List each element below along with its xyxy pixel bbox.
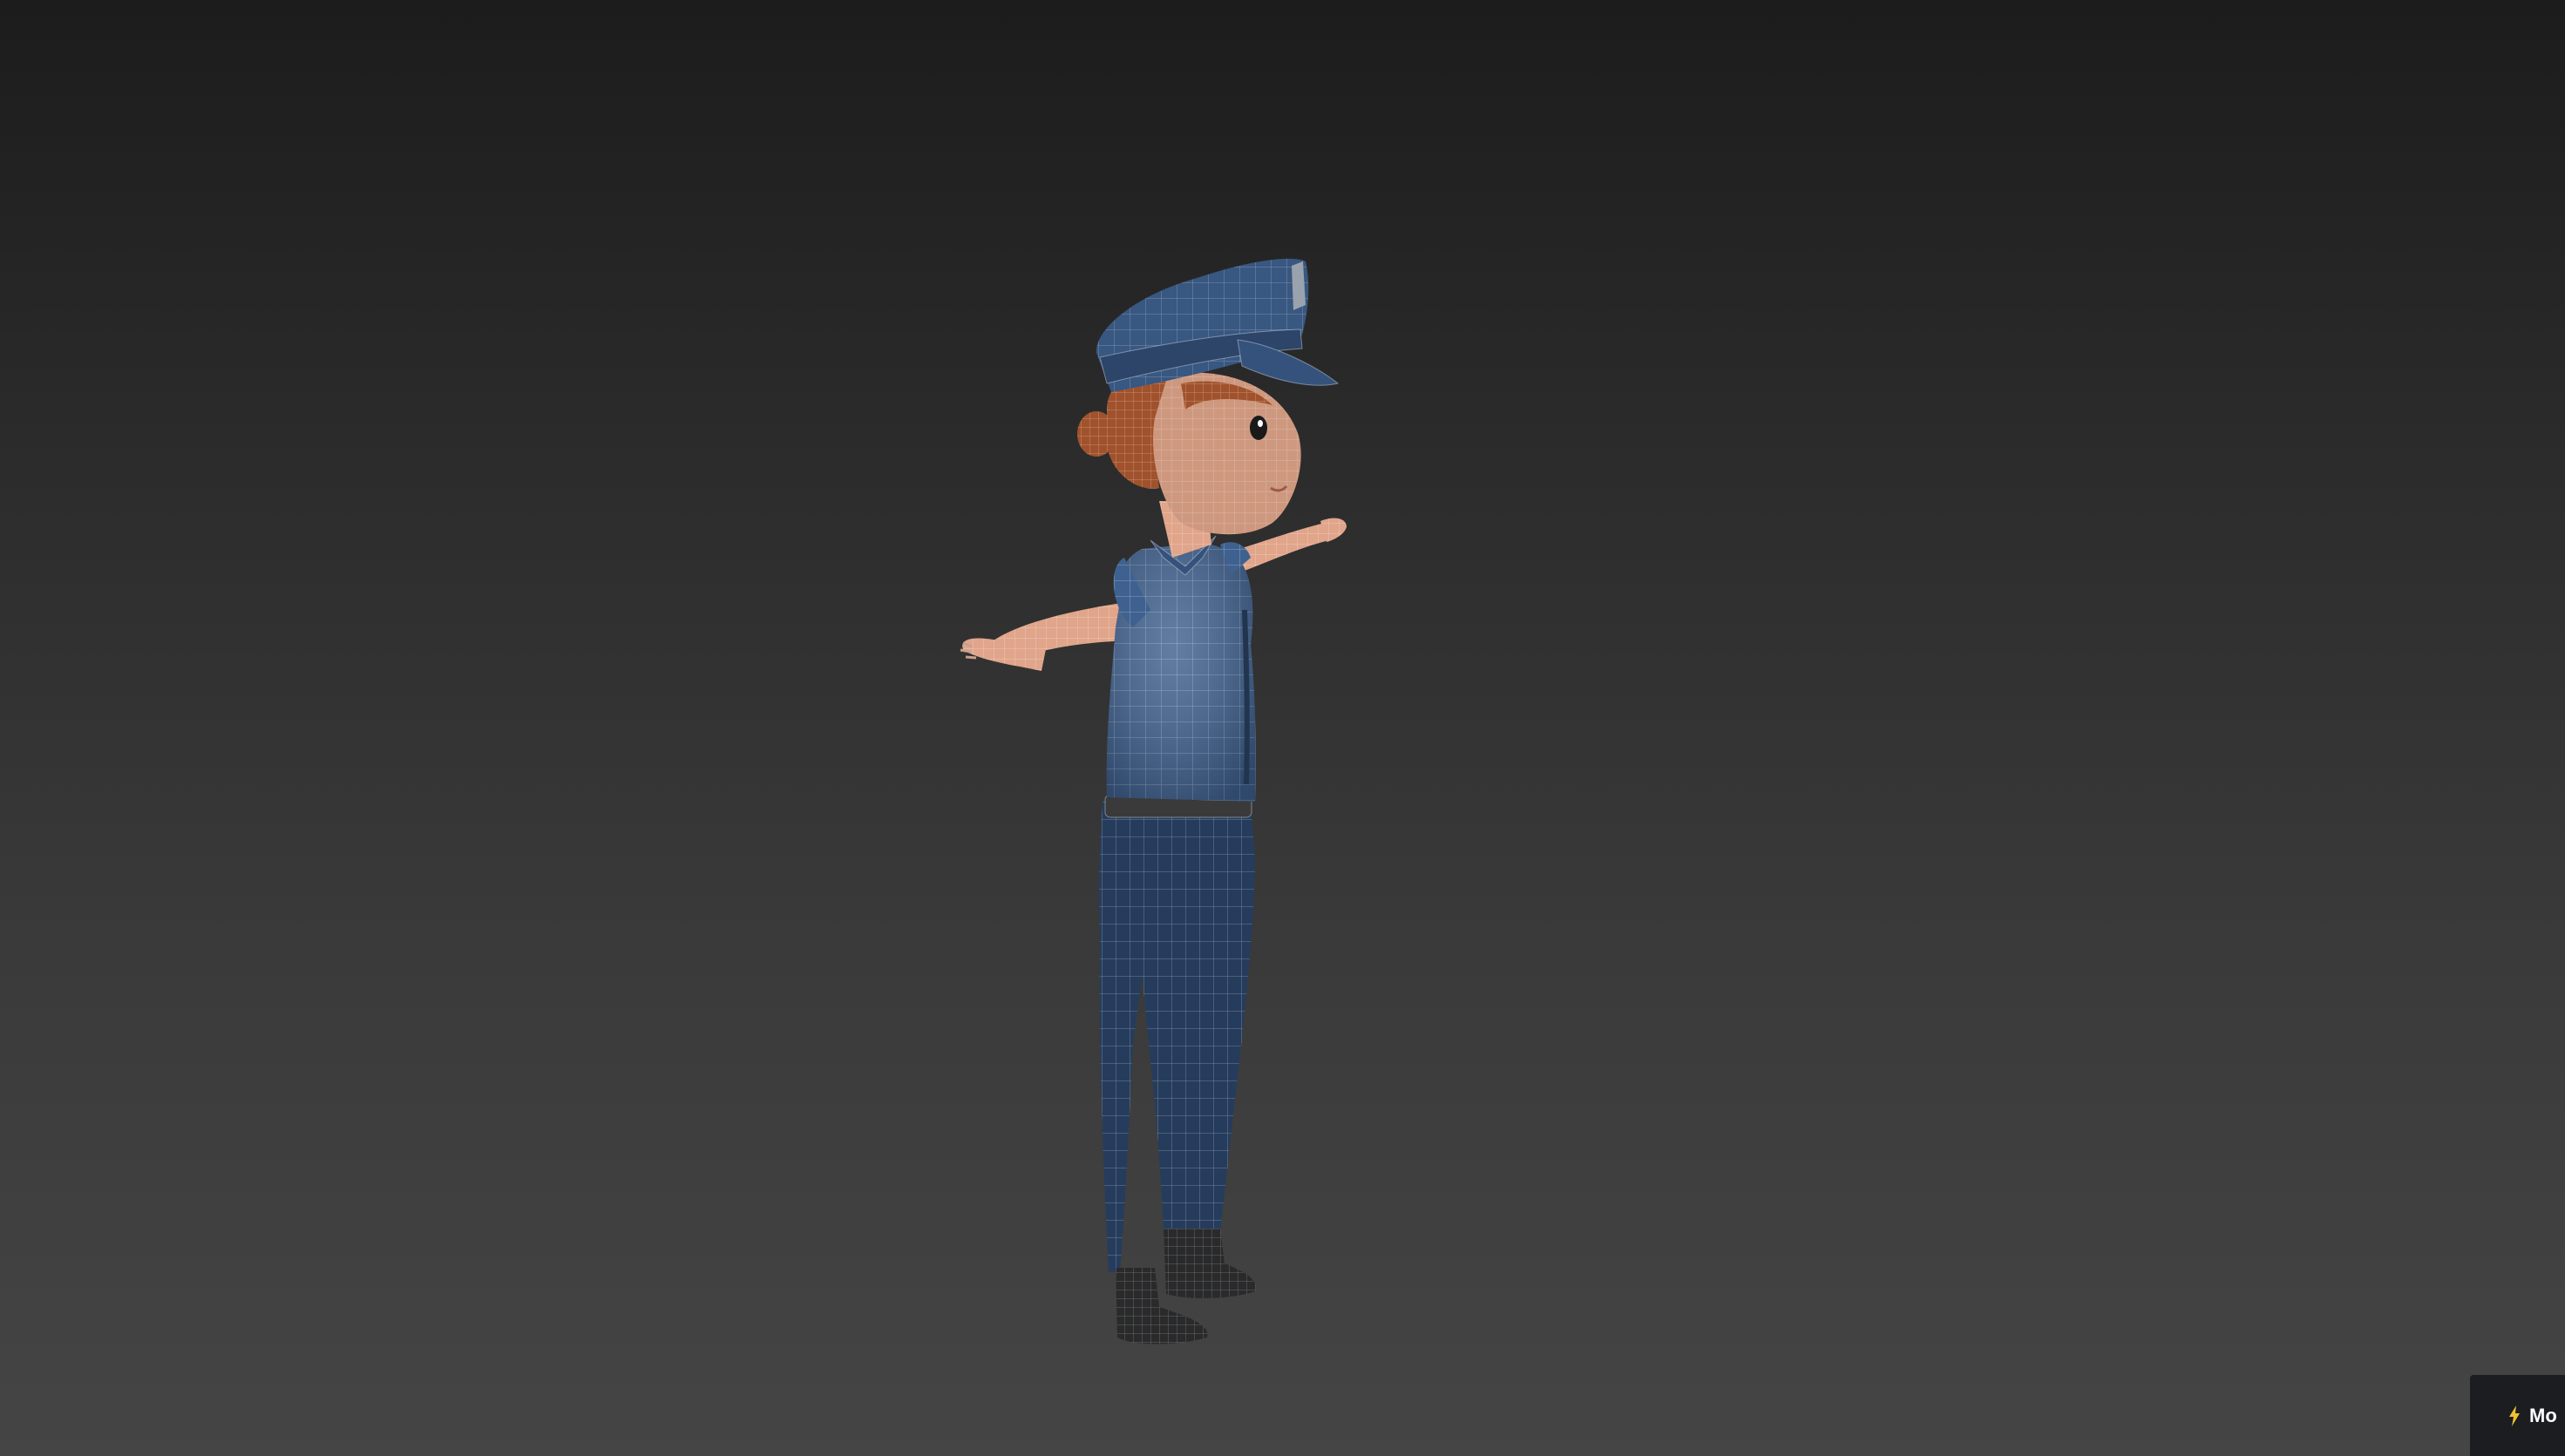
3d-viewport[interactable]: Mo [0,0,2565,1456]
head [1153,372,1301,535]
pants [1099,802,1255,1272]
shirt [1106,535,1256,802]
badge-label: Mo [2529,1404,2557,1426]
status-badge[interactable]: Mo [2470,1375,2565,1456]
police-cap [1096,258,1340,392]
boots [1116,1229,1256,1344]
eye [1250,416,1267,440]
bolt-icon [2508,1405,2521,1426]
character-model [960,258,1347,1344]
